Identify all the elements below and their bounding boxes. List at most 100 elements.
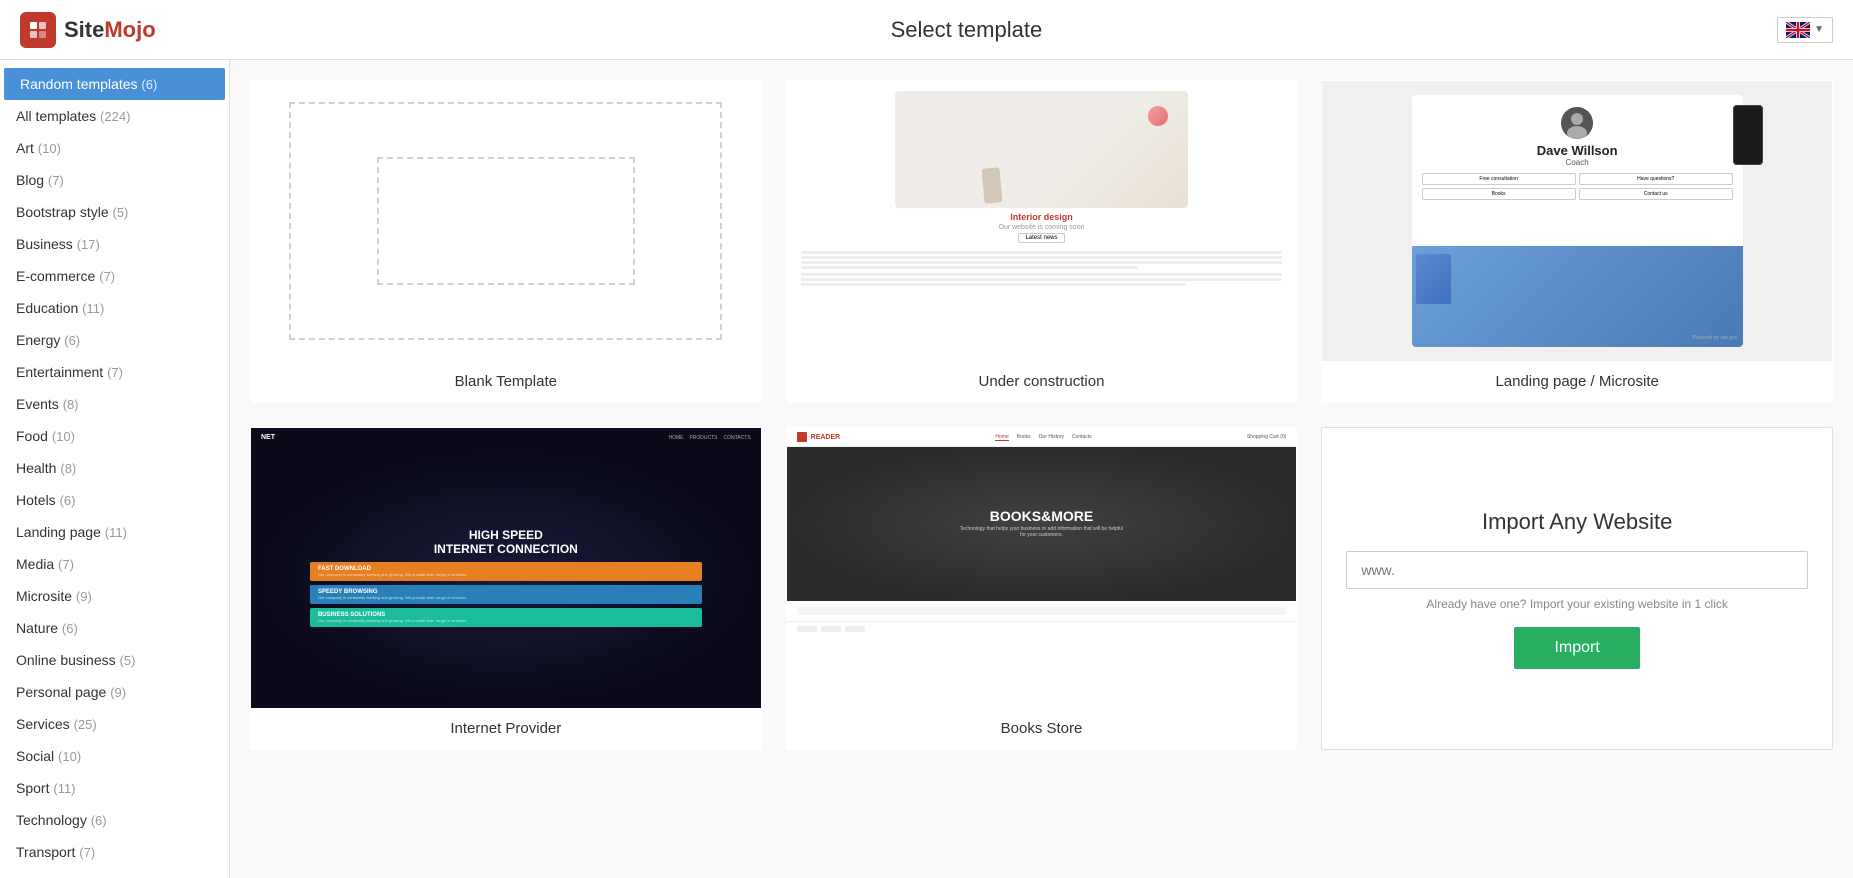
books-preview-area: READER Home Books Our History Contacts S… (787, 428, 1297, 708)
uc-line (801, 278, 1283, 281)
content-area: Blank Template Interior design Our websi… (230, 60, 1853, 878)
lp-btn-questions: Have questions? (1579, 173, 1733, 185)
sidebar-item-personal-page[interactable]: Personal page (9) (0, 676, 229, 708)
sidebar-item-landing-page[interactable]: Landing page (11) (0, 516, 229, 548)
sidebar-item-hotels[interactable]: Hotels (6) (0, 484, 229, 516)
books-logo-text: READER (811, 434, 841, 441)
sidebar-item-energy[interactable]: Energy (6) (0, 324, 229, 356)
lp-btn-consultation: Free consultation (1422, 173, 1576, 185)
books-filter-item (797, 626, 817, 632)
sidebar-item-education[interactable]: Education (11) (0, 292, 229, 324)
sidebar-item-blog[interactable]: Blog (7) (0, 164, 229, 196)
books-logo: READER (797, 432, 841, 442)
books-cart: Shopping Cart (0) (1247, 434, 1286, 440)
uc-line (801, 256, 1283, 259)
flag-icon (1786, 22, 1810, 38)
sidebar-item-random-templates[interactable]: Random templates (6) (4, 68, 225, 100)
sidebar-item-bootstrap-style[interactable]: Bootstrap style (5) (0, 196, 229, 228)
sidebar-item-media[interactable]: Media (7) (0, 548, 229, 580)
books-hero-text: BOOKS&MORE (938, 508, 1146, 524)
sidebar-item-social[interactable]: Social (10) (0, 740, 229, 772)
int-nav-home: HOME (668, 435, 683, 441)
books-header: READER Home Books Our History Contacts S… (787, 428, 1297, 447)
uc-line (801, 273, 1283, 276)
template-name-internet: Internet Provider (251, 708, 761, 749)
int-nav-contacts: CONTACTS (724, 435, 751, 441)
import-title: Import Any Website (1482, 509, 1672, 535)
lp-role: Coach (1566, 158, 1589, 167)
template-card-internet[interactable]: NET HOME PRODUCTS CONTACTS HIGH SPEED IN… (250, 427, 762, 750)
int-headline: HIGH SPEED INTERNET CONNECTION (434, 528, 578, 556)
lp-name: Dave Willson (1537, 143, 1618, 158)
sidebar-item-food[interactable]: Food (10) (0, 420, 229, 452)
template-name-landing: Landing page / Microsite (1322, 361, 1832, 402)
int-card-cyan: BUSINESS SOLUTIONS Our company is consta… (310, 608, 702, 627)
lp-powered: Powered by site.pro (1693, 335, 1737, 341)
int-header: NET HOME PRODUCTS CONTACTS (251, 428, 761, 447)
sidebar-item-transport[interactable]: Transport (7) (0, 836, 229, 868)
header: SiteMojo Select template ▼ (0, 0, 1853, 60)
logo-text: SiteMojo (64, 17, 156, 43)
int-card-blue: SPEEDY BROWSING Our company is constantl… (310, 585, 702, 604)
books-nav: Home Books Our History Contacts (995, 434, 1091, 441)
template-card-under-construction[interactable]: Interior design Our website is coming so… (786, 80, 1298, 403)
int-nav-products: PRODUCTS (689, 435, 717, 441)
sidebar-item-ecommerce[interactable]: E-commerce (7) (0, 260, 229, 292)
sidebar-item-nature[interactable]: Nature (6) (0, 612, 229, 644)
int-cards: FAST DOWNLOAD Our company is constantly … (310, 562, 702, 628)
uc-line (801, 283, 1186, 286)
uc-heading: Interior design (1010, 212, 1073, 222)
books-search-area (787, 601, 1297, 622)
templates-grid: Blank Template Interior design Our websi… (250, 80, 1833, 750)
blank-template-area (251, 81, 761, 361)
sidebar-item-travel[interactable]: Travel (9) (0, 868, 229, 878)
import-url-input[interactable] (1346, 551, 1808, 589)
chevron-down-icon: ▼ (1814, 24, 1824, 35)
uc-image (895, 91, 1189, 208)
template-preview-blank (251, 81, 761, 361)
template-card-books[interactable]: READER Home Books Our History Contacts S… (786, 427, 1298, 750)
sidebar-item-events[interactable]: Events (8) (0, 388, 229, 420)
sidebar-item-online-business[interactable]: Online business (5) (0, 644, 229, 676)
books-search-input (797, 607, 1287, 615)
template-preview-landing: Dave Willson Coach Free consultation Hav… (1322, 81, 1832, 361)
sidebar-item-sport[interactable]: Sport (11) (0, 772, 229, 804)
logo[interactable]: SiteMojo (20, 12, 156, 48)
language-selector[interactable]: ▼ (1777, 17, 1833, 43)
books-nav-history: Our History (1039, 434, 1064, 441)
sidebar-item-microsite[interactable]: Microsite (9) (0, 580, 229, 612)
uc-text-lines (797, 249, 1287, 288)
books-filter-row (787, 622, 1297, 636)
uc-line (801, 266, 1138, 269)
lp-btn-books: Books (1422, 188, 1576, 200)
sidebar: Random templates (6) All templates (224)… (0, 60, 230, 878)
sidebar-item-technology[interactable]: Technology (6) (0, 804, 229, 836)
lp-avatar (1561, 107, 1593, 139)
sidebar-item-entertainment[interactable]: Entertainment (7) (0, 356, 229, 388)
template-card-landing-microsite[interactable]: Dave Willson Coach Free consultation Hav… (1321, 80, 1833, 403)
uc-subtext: Our website is coming soon (999, 224, 1085, 231)
template-card-blank[interactable]: Blank Template (250, 80, 762, 403)
books-hero: BOOKS&MORE Technology that helps your bu… (787, 447, 1297, 601)
import-hint: Already have one? Import your existing w… (1346, 597, 1808, 611)
import-button[interactable]: Import (1514, 627, 1639, 669)
sidebar-item-health[interactable]: Health (8) (0, 452, 229, 484)
int-nav: HOME PRODUCTS CONTACTS (668, 435, 750, 441)
template-card-import: Import Any Website Already have one? Imp… (1321, 427, 1833, 750)
uc-preview-area: Interior design Our website is coming so… (787, 81, 1297, 361)
template-preview-under-construction: Interior design Our website is coming so… (787, 81, 1297, 361)
books-filter-item (821, 626, 841, 632)
uc-btn: Latest news (1018, 233, 1064, 243)
template-preview-internet: NET HOME PRODUCTS CONTACTS HIGH SPEED IN… (251, 428, 761, 708)
template-name-blank: Blank Template (251, 361, 761, 402)
lp-buttons: Free consultation Have questions? Books … (1422, 173, 1733, 200)
sidebar-item-business[interactable]: Business (17) (0, 228, 229, 260)
page-title: Select template (891, 17, 1043, 43)
import-input-wrapper: Already have one? Import your existing w… (1346, 551, 1808, 611)
template-name-under-construction: Under construction (787, 361, 1297, 402)
uc-line (801, 261, 1283, 264)
sidebar-item-services[interactable]: Services (25) (0, 708, 229, 740)
sidebar-item-all-templates[interactable]: All templates (224) (0, 100, 229, 132)
sidebar-item-art[interactable]: Art (10) (0, 132, 229, 164)
template-preview-books: READER Home Books Our History Contacts S… (787, 428, 1297, 708)
